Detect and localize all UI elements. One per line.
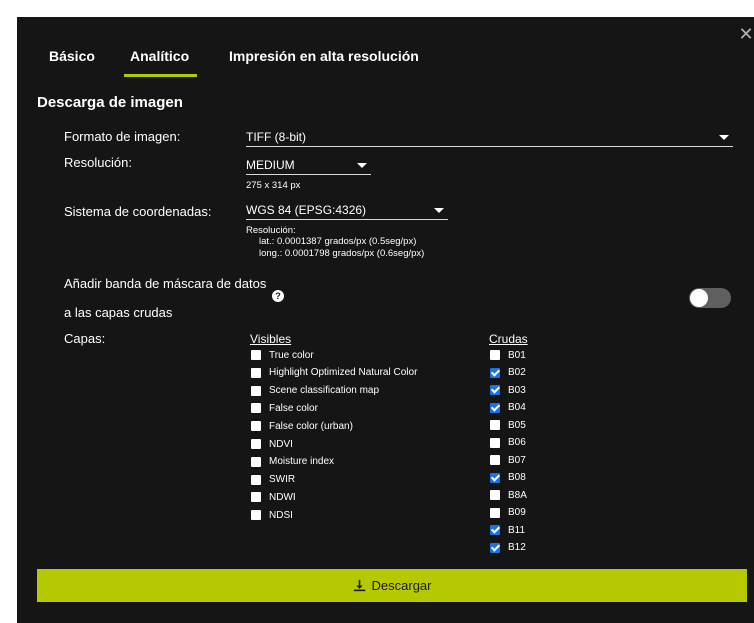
raw-band-checkbox-row[interactable]: B06 bbox=[490, 436, 526, 450]
raw-band-checkbox-row[interactable]: B07 bbox=[490, 453, 526, 467]
raw-band-checkbox-label: B05 bbox=[508, 419, 526, 431]
mask-label-line2: a las capas crudas bbox=[64, 305, 173, 320]
chevron-down-icon bbox=[357, 163, 367, 168]
raw-band-checkbox-label: B02 bbox=[508, 367, 526, 378]
crs-select[interactable]: WGS 84 (EPSG:4326) bbox=[246, 200, 448, 220]
raw-band-checkbox-label: B08 bbox=[508, 472, 526, 483]
visible-layer-checkbox-label: NDWI bbox=[269, 491, 296, 503]
mask-label-line1: Añadir banda de máscara de datos bbox=[64, 276, 267, 291]
checkbox[interactable] bbox=[251, 439, 261, 449]
raw-band-checkbox-row[interactable]: B8A bbox=[490, 488, 527, 502]
resolution-dims: 275 x 314 px bbox=[246, 180, 301, 191]
checkbox[interactable] bbox=[251, 474, 261, 485]
checkbox[interactable] bbox=[490, 525, 500, 535]
raw-band-checkbox-label: B04 bbox=[508, 402, 526, 413]
visible-layer-checkbox-label: True color bbox=[269, 349, 314, 361]
checkbox[interactable] bbox=[490, 385, 500, 395]
checkbox[interactable] bbox=[251, 350, 261, 360]
checkbox[interactable] bbox=[490, 420, 500, 430]
toggle-knob bbox=[690, 289, 708, 307]
crudas-header: Crudas bbox=[489, 332, 528, 346]
chevron-down-icon bbox=[719, 135, 729, 140]
visible-layer-checkbox-row[interactable]: True color bbox=[251, 348, 314, 362]
visible-layer-checkbox-row[interactable]: NDSI bbox=[251, 508, 293, 522]
chevron-down-icon bbox=[434, 208, 444, 213]
download-label: Descargar bbox=[371, 578, 432, 593]
checkbox[interactable] bbox=[490, 350, 500, 360]
visible-layer-checkbox-label: NDVI bbox=[269, 438, 293, 450]
checkbox[interactable] bbox=[490, 437, 500, 448]
checkbox[interactable] bbox=[251, 367, 261, 378]
checkbox[interactable] bbox=[251, 403, 261, 414]
raw-band-checkbox-row[interactable]: B09 bbox=[490, 506, 526, 520]
checkbox[interactable] bbox=[490, 542, 500, 553]
resolution-value: MEDIUM bbox=[246, 158, 295, 172]
checkbox[interactable] bbox=[490, 490, 500, 500]
crs-resolution-title: Resolución: bbox=[246, 225, 296, 236]
raw-band-checkbox-row[interactable]: B01 bbox=[490, 348, 526, 362]
resolution-select[interactable]: MEDIUM bbox=[246, 155, 371, 175]
dialog: ✕ Básico Analítico Impresión en alta res… bbox=[0, 0, 754, 623]
mask-toggle[interactable] bbox=[689, 288, 731, 308]
visible-layer-checkbox-row[interactable]: False color (urban) bbox=[251, 419, 353, 433]
close-icon[interactable]: ✕ bbox=[738, 24, 754, 44]
visible-layer-checkbox-label: NDSI bbox=[269, 509, 293, 521]
resolution-label: Resolución: bbox=[64, 155, 132, 170]
visible-layer-checkbox-row[interactable]: NDWI bbox=[251, 490, 296, 504]
checkbox[interactable] bbox=[490, 402, 500, 413]
raw-band-checkbox-row[interactable]: B12 bbox=[490, 541, 526, 555]
raw-band-checkbox-row[interactable]: B02 bbox=[490, 366, 526, 380]
raw-band-checkbox-label: B11 bbox=[508, 524, 526, 536]
checkbox[interactable] bbox=[251, 456, 261, 467]
section-title: Descarga de imagen bbox=[37, 94, 183, 111]
raw-band-checkbox-label: B8A bbox=[508, 489, 527, 501]
crs-lat: lat.: 0.0001387 grados/px (0.5seg/px) bbox=[259, 236, 417, 247]
visible-layer-checkbox-row[interactable]: Moisture index bbox=[251, 455, 334, 469]
tab-analitico[interactable]: Analítico bbox=[123, 48, 198, 77]
help-icon[interactable]: ? bbox=[272, 290, 284, 302]
raw-band-checkbox-label: B06 bbox=[508, 437, 526, 448]
tab-impresion[interactable]: Impresión en alta resolución bbox=[229, 48, 419, 64]
checkbox[interactable] bbox=[251, 510, 261, 521]
raw-band-checkbox-label: B12 bbox=[508, 542, 526, 553]
checkbox[interactable] bbox=[490, 455, 500, 465]
raw-band-checkbox-row[interactable]: B04 bbox=[490, 401, 526, 415]
raw-band-checkbox-label: B03 bbox=[508, 384, 526, 396]
raw-band-checkbox-row[interactable]: B08 bbox=[490, 471, 526, 485]
visible-layer-checkbox-label: False color bbox=[269, 402, 318, 414]
format-select[interactable]: TIFF (8-bit) bbox=[246, 127, 733, 147]
checkbox[interactable] bbox=[251, 421, 261, 432]
download-icon bbox=[353, 579, 365, 592]
layers-label: Capas: bbox=[64, 331, 106, 346]
raw-band-checkbox-row[interactable]: B11 bbox=[490, 523, 525, 537]
visible-layer-checkbox-row[interactable]: Highlight Optimized Natural Color bbox=[251, 366, 417, 380]
raw-band-checkbox-label: B01 bbox=[508, 349, 526, 361]
raw-band-checkbox-label: B09 bbox=[508, 507, 526, 518]
download-button[interactable]: Descargar bbox=[37, 569, 747, 602]
visible-layer-checkbox-label: Scene classification map bbox=[269, 385, 380, 397]
crs-long: long.: 0.0001798 grados/px (0.6seg/px) bbox=[259, 248, 425, 259]
visibles-header: Visibles bbox=[250, 332, 292, 346]
visible-layer-checkbox-row[interactable]: SWIR bbox=[251, 473, 295, 487]
visible-layer-checkbox-label: Highlight Optimized Natural Color bbox=[269, 367, 418, 379]
checkbox[interactable] bbox=[490, 367, 500, 378]
crs-value: WGS 84 (EPSG:4326) bbox=[246, 203, 367, 217]
visible-layer-checkbox-label: Moisture index bbox=[269, 456, 335, 468]
raw-band-checkbox-row[interactable]: B05 bbox=[490, 418, 526, 432]
visible-layer-checkbox-label: SWIR bbox=[269, 474, 296, 486]
format-label: Formato de imagen: bbox=[64, 129, 181, 144]
visible-layer-checkbox-row[interactable]: Scene classification map bbox=[251, 384, 379, 398]
visible-layer-checkbox-row[interactable]: NDVI bbox=[251, 437, 293, 451]
crs-label: Sistema de coordenadas: bbox=[64, 204, 212, 219]
checkbox[interactable] bbox=[490, 472, 500, 483]
format-value: TIFF (8-bit) bbox=[246, 130, 306, 144]
raw-band-checkbox-row[interactable]: B03 bbox=[490, 383, 526, 397]
raw-band-checkbox-label: B07 bbox=[508, 454, 526, 466]
checkbox[interactable] bbox=[490, 507, 500, 518]
visible-layer-checkbox-row[interactable]: False color bbox=[251, 401, 318, 415]
tab-basico[interactable]: Básico bbox=[49, 48, 95, 64]
checkbox[interactable] bbox=[251, 385, 261, 396]
checkbox[interactable] bbox=[251, 492, 261, 503]
visible-layer-checkbox-label: False color (urban) bbox=[269, 420, 353, 432]
